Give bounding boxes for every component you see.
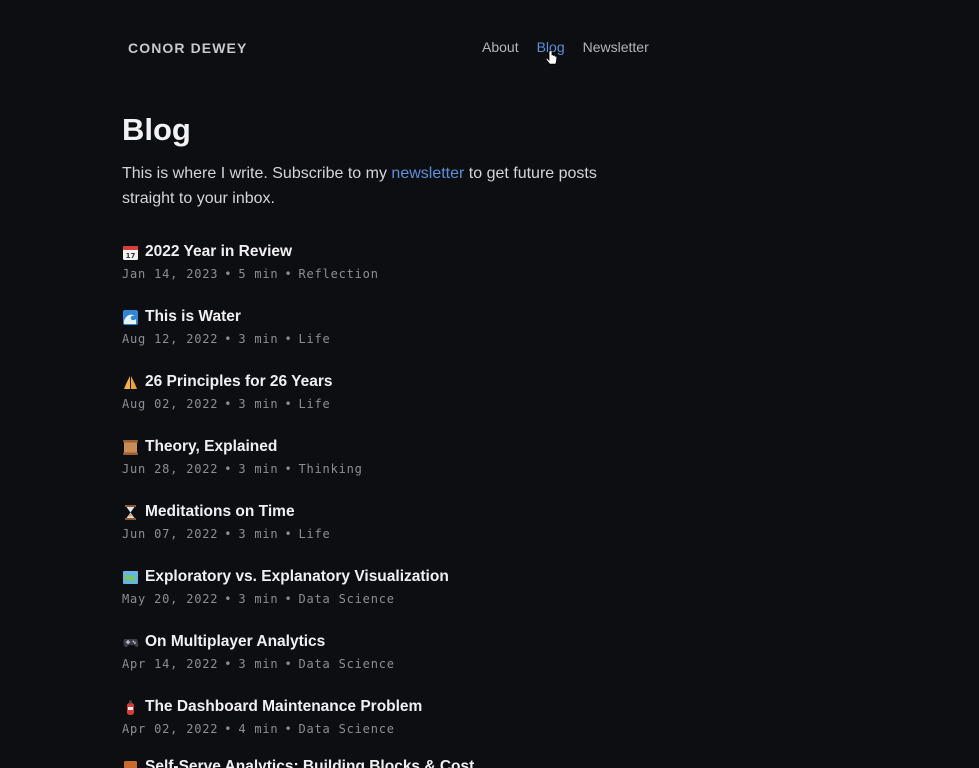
post-read-time: 3 min <box>238 592 279 606</box>
pointer-cursor-icon <box>546 50 558 65</box>
meta-separator: • <box>224 332 233 346</box>
post-date: Jun 28, 2022 <box>122 462 219 476</box>
post-title-link[interactable]: Theory, Explained <box>122 437 682 457</box>
post-item: Exploratory vs. Explanatory Visualizatio… <box>122 567 682 606</box>
post-title: This is Water <box>145 308 241 325</box>
post-title: Theory, Explained <box>145 438 278 455</box>
post-read-time: 3 min <box>238 397 279 411</box>
post-meta: Apr 14, 2022 • 3 min • Data Science <box>122 657 682 671</box>
post-title-link[interactable]: Self-Serve Analytics: Building Blocks & … <box>122 757 682 768</box>
post-meta: May 20, 2022 • 3 min • Data Science <box>122 592 682 606</box>
meta-separator: • <box>284 332 293 346</box>
post-date: Apr 02, 2022 <box>122 722 219 736</box>
post-title: On Multiplayer Analytics <box>145 633 326 650</box>
blog-intro: This is where I write. Subscribe to my n… <box>122 161 642 211</box>
wave-icon <box>123 309 138 325</box>
top-nav: About Blog Newsletter <box>482 39 649 55</box>
nav-newsletter[interactable]: Newsletter <box>583 39 649 55</box>
post-date: May 20, 2022 <box>122 592 219 606</box>
folded-hands-icon <box>124 375 137 389</box>
post-title: 2022 Year in Review <box>145 243 293 260</box>
newsletter-link[interactable]: newsletter <box>391 165 464 182</box>
post-meta: Aug 12, 2022 • 3 min • Life <box>122 332 682 346</box>
post-category: Life <box>298 527 331 541</box>
post-item: 26 Principles for 26 Years Aug 02, 2022 •… <box>122 372 682 411</box>
map-icon <box>123 570 138 584</box>
meta-separator: • <box>224 267 233 281</box>
meta-separator: • <box>284 527 293 541</box>
post-category: Data Science <box>298 722 395 736</box>
meta-separator: • <box>284 462 293 476</box>
post-read-time: 4 min <box>238 722 279 736</box>
post-item: Self-Serve Analytics: Building Blocks & … <box>122 757 682 768</box>
post-title-link[interactable]: Exploratory vs. Explanatory Visualizatio… <box>122 567 682 587</box>
hourglass-icon <box>125 504 136 520</box>
game-controller-icon <box>123 638 139 647</box>
site-brand[interactable]: CONOR DEWEY <box>128 40 247 56</box>
calendar-icon: 17 <box>123 245 138 260</box>
fire-extinguisher-icon <box>127 700 134 715</box>
post-date: Jun 07, 2022 <box>122 527 219 541</box>
post-title: The Dashboard Maintenance Problem <box>145 698 423 715</box>
page-title: Blog <box>122 112 191 147</box>
meta-separator: • <box>284 267 293 281</box>
post-title: 26 Principles for 26 Years <box>145 373 333 390</box>
post-date: Jan 14, 2023 <box>122 267 219 281</box>
post-title: Exploratory vs. Explanatory Visualizatio… <box>145 568 449 585</box>
post-meta: Aug 02, 2022 • 3 min • Life <box>122 397 682 411</box>
svg-text:17: 17 <box>126 252 136 260</box>
meta-separator: • <box>284 592 293 606</box>
post-date: Aug 02, 2022 <box>122 397 219 411</box>
post-category: Data Science <box>298 657 395 671</box>
post-title: Self-Serve Analytics: Building Blocks & … <box>145 758 475 768</box>
meta-separator: • <box>224 397 233 411</box>
post-category: Data Science <box>298 592 395 606</box>
meta-separator: • <box>224 722 233 736</box>
meta-separator: • <box>284 397 293 411</box>
post-read-time: 3 min <box>238 462 279 476</box>
post-date: Apr 14, 2022 <box>122 657 219 671</box>
post-item: The Dashboard Maintenance Problem Apr 02… <box>122 697 682 736</box>
post-read-time: 3 min <box>238 332 279 346</box>
post-date: Aug 12, 2022 <box>122 332 219 346</box>
post-meta: Jun 07, 2022 • 3 min • Life <box>122 527 682 541</box>
intro-text-start: This is where I write. Subscribe to my <box>122 165 392 182</box>
post-item: On Multiplayer Analytics Apr 14, 2022 • 3 … <box>122 632 682 671</box>
post-meta: Apr 02, 2022 • 4 min • Data Science <box>122 722 682 736</box>
post-read-time: 5 min <box>238 267 279 281</box>
meta-separator: • <box>284 657 293 671</box>
post-meta: Jan 14, 2023 • 5 min • Reflection <box>122 267 682 281</box>
post-category: Reflection <box>298 267 379 281</box>
post-item: 17 2022 Year in Review Jan 14, 2023 • 5 mi… <box>122 242 682 281</box>
post-item: Theory, Explained Jun 28, 2022 • 3 min • Thi… <box>122 437 682 476</box>
post-title: Meditations on Time <box>145 503 295 520</box>
meta-separator: • <box>284 722 293 736</box>
meta-separator: • <box>224 592 233 606</box>
post-title-link[interactable]: Meditations on Time <box>122 502 682 522</box>
post-title-link[interactable]: 17 2022 Year in Review <box>122 242 682 262</box>
post-item: This is Water Aug 12, 2022 • 3 min • Life <box>122 307 682 346</box>
post-meta: Jun 28, 2022 • 3 min • Thinking <box>122 462 682 476</box>
meta-separator: • <box>224 527 233 541</box>
post-title-link[interactable]: 26 Principles for 26 Years <box>122 372 682 392</box>
nav-about[interactable]: About <box>482 39 519 55</box>
meta-separator: • <box>224 462 233 476</box>
post-read-time: 3 min <box>238 657 279 671</box>
post-category: Life <box>298 397 331 411</box>
book-icon <box>124 760 137 768</box>
meta-separator: • <box>224 657 233 671</box>
post-item: Meditations on Time Jun 07, 2022 • 3 min • L… <box>122 502 682 541</box>
post-category: Life <box>298 332 331 346</box>
post-title-link[interactable]: On Multiplayer Analytics <box>122 632 682 652</box>
post-read-time: 3 min <box>238 527 279 541</box>
scroll-icon <box>123 439 138 455</box>
post-category: Thinking <box>298 462 363 476</box>
post-title-link[interactable]: This is Water <box>122 307 682 327</box>
post-title-link[interactable]: The Dashboard Maintenance Problem <box>122 697 682 717</box>
